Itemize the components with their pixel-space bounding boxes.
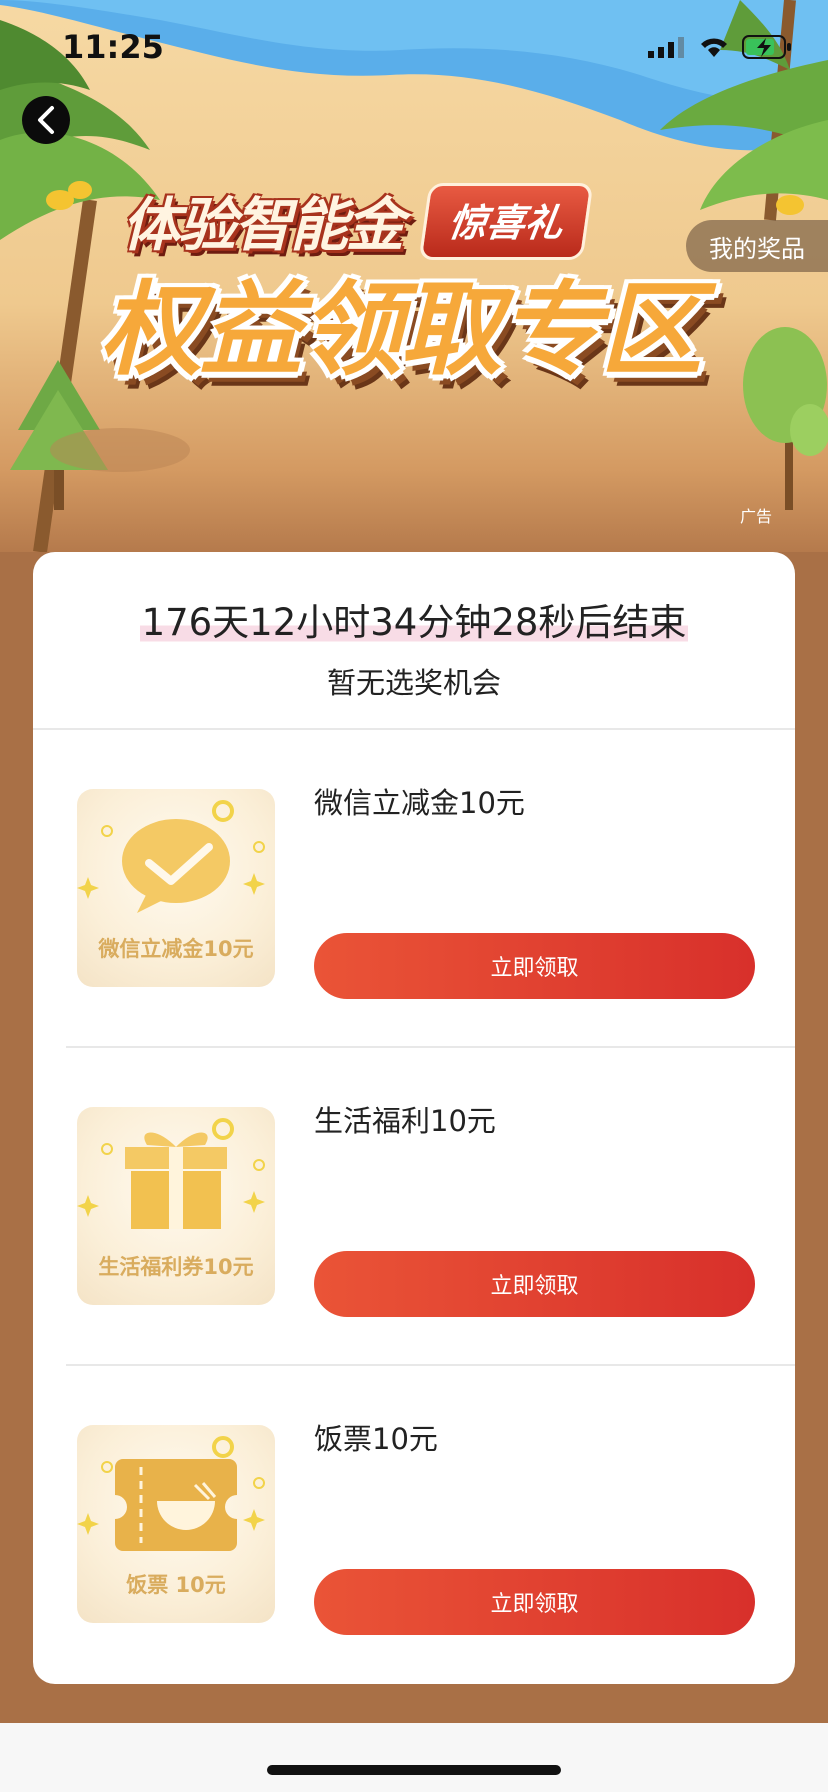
wifi-icon [701,38,727,57]
reward-image: 生活福利券10元 [77,1107,275,1305]
reward-item: 生活福利券10元 生活福利10元 立即领取 [33,1048,795,1366]
battery-charging-icon [742,35,791,59]
countdown-text: 176天12小时34分钟28秒后结束 [139,592,689,646]
reward-title: 饭票10元 [314,1422,438,1456]
reward-image: 饭票 10元 [77,1425,275,1623]
reward-image-caption: 生活福利券10元 [98,1255,254,1279]
claim-button[interactable]: 立即领取 [314,1569,755,1635]
status-time: 11:25 [62,28,164,66]
bottom-safe-area [0,1723,828,1792]
claim-button[interactable]: 立即领取 [314,933,755,999]
reward-item: 微信立减金10元 微信立减金10元 立即领取 [33,730,795,1048]
signal-icon [648,37,684,58]
no-draw-chance-text: 暂无选奖机会 [326,666,501,700]
status-icons [648,34,792,60]
reward-title: 生活福利10元 [314,1104,496,1138]
home-indicator[interactable] [267,1765,561,1775]
reward-title: 微信立减金10元 [314,786,525,820]
ad-label: 广告 [739,507,772,526]
banner-title-line2: 权益领取专区 [100,271,702,390]
claim-button[interactable]: 立即领取 [314,1251,755,1317]
countdown-row: 176天12小时34分钟28秒后结束 [33,592,795,646]
reward-image-caption: 微信立减金10元 [98,937,254,961]
chevron-left-icon [38,106,54,134]
reward-image-caption: 饭票 10元 [126,1573,226,1597]
my-prizes-button[interactable]: 我的奖品 [686,220,828,272]
reward-image: 微信立减金10元 [77,789,275,987]
rewards-card: 176天12小时34分钟28秒后结束 暂无选奖机会 微信立减金10元 微信立减金… [33,552,795,1684]
hero-banner: 11:25 体验智能金 惊喜礼 权益领取专区 我的奖品 广告 [0,0,828,552]
back-button[interactable] [22,96,70,144]
reward-item: 饭票 10元 饭票10元 立即领取 [33,1366,795,1684]
